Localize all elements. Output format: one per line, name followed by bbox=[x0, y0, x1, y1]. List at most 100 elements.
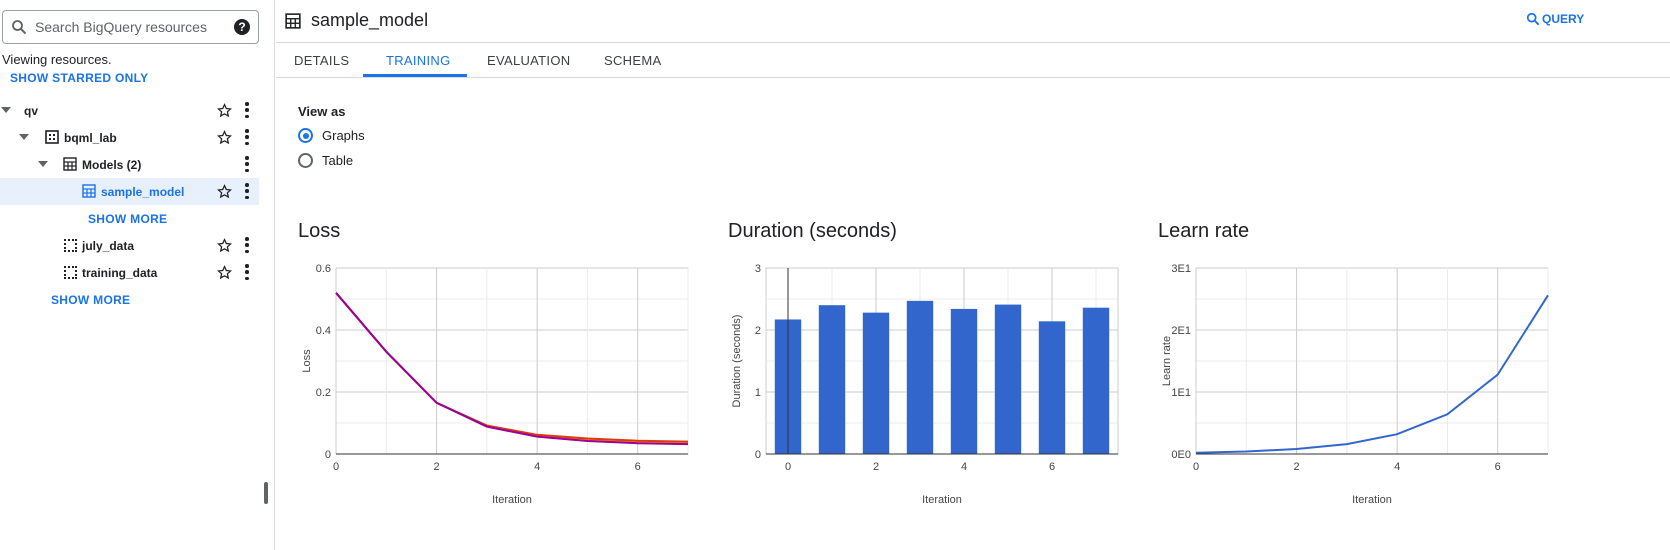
more-vert-icon[interactable] bbox=[244, 129, 250, 145]
y-tick-label: 0.2 bbox=[316, 387, 331, 399]
x-tick-label: 4 bbox=[1394, 461, 1400, 473]
tab-details[interactable]: DETAILS bbox=[294, 53, 349, 68]
tab-bar: DETAILS TRAINING EVALUATION SCHEMA bbox=[276, 43, 1670, 78]
y-axis-label: Learn rate bbox=[1161, 336, 1173, 386]
loss-chart: 0 0.2 0.4 0.6 0 2 4 6 Iteration Loss bbox=[301, 263, 689, 506]
star-icon[interactable] bbox=[217, 130, 232, 145]
table-icon bbox=[64, 239, 77, 252]
y-tick-label: 0E0 bbox=[1171, 449, 1191, 461]
tree-item-training-data[interactable]: training_data bbox=[0, 259, 259, 286]
tree-item-dataset[interactable]: bqml_lab bbox=[0, 124, 259, 151]
show-starred-only-button[interactable]: SHOW STARRED ONLY bbox=[10, 71, 148, 85]
duration-chart: 0 1 2 3 0 2 4 6 Iteration Duration (seconds) bbox=[731, 263, 1119, 506]
x-tick-label: 4 bbox=[534, 461, 540, 473]
query-button[interactable]: QUERY bbox=[1526, 12, 1584, 26]
model-icon bbox=[285, 13, 301, 29]
bar bbox=[1038, 321, 1066, 454]
y-tick-label: 0 bbox=[325, 449, 331, 461]
radio-button[interactable] bbox=[298, 153, 313, 168]
search-icon bbox=[12, 20, 27, 35]
more-vert-icon[interactable] bbox=[244, 102, 250, 118]
viewing-text: Viewing resources. bbox=[2, 52, 112, 67]
x-axis-label: Iteration bbox=[1352, 494, 1392, 506]
x-axis-label: Iteration bbox=[492, 494, 532, 506]
chart-title-duration: Duration (seconds) bbox=[728, 220, 897, 242]
bar bbox=[1082, 307, 1110, 454]
chart-title-loss: Loss bbox=[298, 220, 341, 242]
y-tick-label: 1 bbox=[755, 387, 761, 399]
radio-graphs[interactable]: Graphs bbox=[298, 128, 365, 143]
chart-title-learn-rate: Learn rate bbox=[1158, 220, 1250, 242]
more-vert-icon[interactable] bbox=[244, 264, 250, 280]
show-more-tables-button[interactable]: SHOW MORE bbox=[51, 293, 130, 307]
y-tick-label: 3 bbox=[755, 263, 761, 275]
table-icon bbox=[64, 266, 77, 279]
search-icon bbox=[1526, 12, 1540, 26]
collapse-caret-icon[interactable] bbox=[19, 134, 29, 140]
help-icon[interactable]: ? bbox=[234, 19, 250, 35]
x-tick-label: 0 bbox=[333, 461, 339, 473]
project-label: qv bbox=[24, 103, 39, 118]
tree-item-sample-model[interactable]: sample_model bbox=[0, 178, 259, 205]
model-header: sample_model QUERY bbox=[276, 0, 1670, 43]
x-tick-label: 2 bbox=[434, 461, 440, 473]
star-icon[interactable] bbox=[217, 265, 232, 280]
y-tick-label: 0.6 bbox=[316, 263, 331, 275]
x-tick-label: 6 bbox=[1049, 461, 1055, 473]
collapse-caret-icon[interactable] bbox=[1, 107, 11, 113]
radio-label: Table bbox=[322, 153, 354, 168]
x-tick-label: 2 bbox=[1294, 461, 1300, 473]
more-vert-icon[interactable] bbox=[244, 237, 250, 253]
show-more-models-button[interactable]: SHOW MORE bbox=[88, 212, 167, 226]
star-icon[interactable] bbox=[217, 238, 232, 253]
collapse-caret-icon[interactable] bbox=[38, 161, 48, 167]
dataset-icon bbox=[45, 130, 59, 144]
dataset-label: bqml_lab bbox=[64, 130, 117, 145]
search-input[interactable] bbox=[35, 19, 234, 35]
tab-training[interactable]: TRAINING bbox=[386, 53, 451, 68]
bar bbox=[994, 304, 1022, 454]
y-tick-label: 0.4 bbox=[316, 325, 331, 337]
tree-item-models-group[interactable]: Models (2) bbox=[0, 151, 259, 178]
y-axis-label: Loss bbox=[301, 349, 313, 373]
models-folder-icon bbox=[63, 157, 77, 171]
learn-rate-chart: 0E0 1E1 2E1 3E1 0 2 4 6 Iteration Learn rate bbox=[1161, 263, 1549, 506]
tab-evaluation[interactable]: EVALUATION bbox=[487, 53, 570, 68]
more-vert-icon[interactable] bbox=[244, 183, 250, 199]
tree-item-july-data[interactable]: july_data bbox=[0, 232, 259, 259]
x-tick-label: 6 bbox=[1495, 461, 1501, 473]
radio-label: Graphs bbox=[322, 128, 365, 143]
more-vert-icon[interactable] bbox=[244, 156, 250, 172]
star-icon[interactable] bbox=[217, 103, 232, 118]
bar bbox=[818, 305, 846, 454]
star-icon[interactable] bbox=[217, 184, 232, 199]
x-tick-label: 2 bbox=[873, 461, 879, 473]
x-tick-label: 0 bbox=[1193, 461, 1199, 473]
radio-button-selected[interactable] bbox=[298, 128, 313, 143]
table-label: july_data bbox=[82, 238, 135, 253]
query-label: QUERY bbox=[1542, 12, 1585, 26]
resource-sidebar: ? Viewing resources. SHOW STARRED ONLY q… bbox=[0, 0, 275, 550]
models-group-label: Models (2) bbox=[82, 157, 142, 172]
search-box[interactable]: ? bbox=[2, 10, 259, 44]
x-axis-label: Iteration bbox=[922, 494, 962, 506]
y-axis-label: Duration (seconds) bbox=[731, 315, 743, 408]
y-tick-label: 2E1 bbox=[1171, 325, 1191, 337]
y-tick-label: 0 bbox=[755, 449, 761, 461]
bar bbox=[906, 300, 934, 454]
x-tick-label: 6 bbox=[635, 461, 641, 473]
model-label: sample_model bbox=[101, 184, 185, 199]
tab-schema[interactable]: SCHEMA bbox=[604, 53, 661, 68]
y-tick-label: 1E1 bbox=[1171, 387, 1191, 399]
tree-item-project[interactable]: qv bbox=[0, 97, 259, 124]
x-tick-label: 0 bbox=[785, 461, 791, 473]
radio-table[interactable]: Table bbox=[298, 153, 353, 168]
active-tab-indicator bbox=[363, 74, 467, 77]
view-as-label: View as bbox=[298, 104, 346, 119]
y-tick-label: 2 bbox=[755, 325, 761, 337]
table-label: training_data bbox=[82, 265, 158, 280]
sidebar-scrollbar[interactable] bbox=[264, 482, 268, 504]
model-icon bbox=[82, 184, 96, 198]
bar bbox=[862, 312, 890, 454]
y-tick-label: 3E1 bbox=[1171, 263, 1191, 275]
